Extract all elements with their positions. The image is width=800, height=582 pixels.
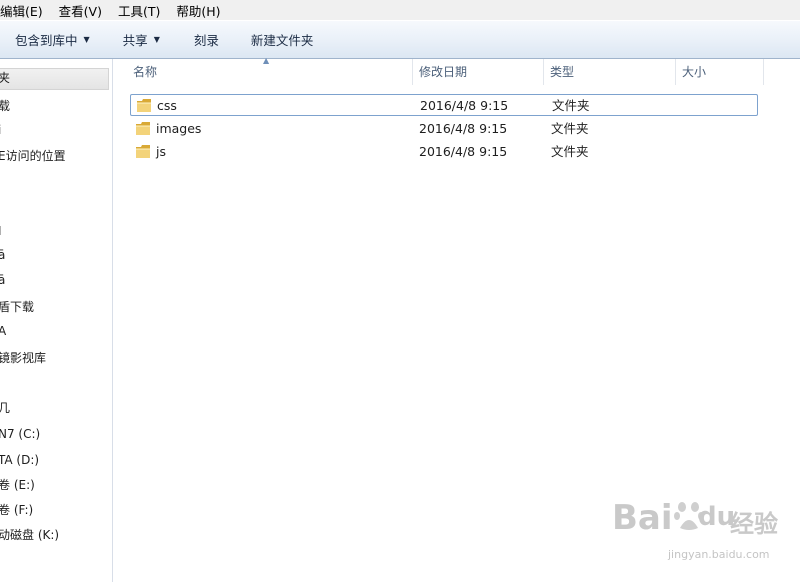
menu-edit[interactable]: 编辑(E) [0, 1, 51, 20]
file-name: js [156, 144, 166, 159]
navigation-pane[interactable]: 夹 载 i E访问的位置 I ā ā 盾下载 A 镜影视库 几 N7 (C:) … [0, 59, 113, 582]
list-item[interactable]: js 2016/4/8 9:15 文件夹 [130, 141, 758, 163]
nav-item-desktop[interactable]: i [0, 120, 1, 140]
include-in-library-button[interactable]: 包含到库中 ▼ [15, 30, 90, 49]
column-header-type[interactable]: 类型 [544, 59, 676, 85]
nav-item-videos[interactable]: ā [0, 245, 5, 265]
file-type: 文件夹 [551, 144, 589, 159]
file-modified: 2016/4/8 9:15 [419, 144, 508, 159]
command-toolbar: 包含到库中 ▼ 共享 ▼ 刻录 新建文件夹 [0, 21, 800, 59]
nav-item-drive-k[interactable]: 动磁盘 (K:) [0, 525, 59, 545]
file-type: 文件夹 [552, 98, 590, 113]
nav-item-favorites[interactable]: 夹 [0, 68, 109, 90]
chevron-down-icon: ▼ [83, 35, 90, 44]
watermark-url: jingyan.baidu.com [668, 548, 770, 561]
folder-icon [137, 99, 151, 112]
nav-item-computer[interactable]: 几 [0, 398, 10, 418]
list-item[interactable]: images 2016/4/8 9:15 文件夹 [130, 118, 758, 140]
nav-item-drive-f[interactable]: 卷 (F:) [0, 500, 33, 520]
file-name: css [157, 98, 177, 113]
nav-item-music[interactable]: A [0, 321, 6, 341]
nav-item-drive-c[interactable]: N7 (C:) [0, 424, 40, 444]
new-folder-button[interactable]: 新建文件夹 [251, 30, 314, 49]
share-label: 共享 [122, 33, 148, 48]
column-header-size[interactable]: 大小 [676, 59, 764, 85]
list-item[interactable]: css 2016/4/8 9:15 文件夹 [130, 94, 758, 116]
column-header-modified[interactable]: 修改日期 [413, 59, 544, 85]
burn-label: 刻录 [193, 33, 219, 48]
new-folder-label: 新建文件夹 [250, 33, 314, 48]
watermark-product: 经验 [730, 510, 778, 538]
file-type: 文件夹 [551, 121, 589, 136]
include-in-library-label: 包含到库中 [15, 33, 78, 48]
watermark-logo: Bai du 经验 jingyan.baidu.com [612, 492, 792, 572]
nav-item-libraries[interactable]: I [0, 221, 2, 241]
file-name: images [156, 121, 202, 136]
column-header-name[interactable]: 名称 [127, 59, 413, 85]
menu-bar: 编辑(E) 查看(V) 工具(T) 帮助(H) [0, 0, 800, 20]
nav-item-xunlei-download[interactable]: 盾下载 [0, 297, 34, 317]
file-modified: 2016/4/8 9:15 [419, 121, 508, 136]
nav-item-recent-places[interactable]: E访问的位置 [0, 146, 66, 166]
burn-button[interactable]: 刻录 [194, 30, 219, 49]
chevron-down-icon: ▼ [153, 35, 160, 44]
nav-item-downloads[interactable]: 载 [0, 96, 10, 116]
nav-item-video-library[interactable]: 镜影视库 [0, 348, 46, 368]
folder-icon [136, 145, 150, 158]
file-modified: 2016/4/8 9:15 [420, 98, 509, 113]
watermark-brand: Bai [612, 498, 673, 538]
menu-help[interactable]: 帮助(H) [168, 1, 228, 20]
share-button[interactable]: 共享 ▼ [123, 30, 160, 49]
folder-icon [136, 122, 150, 135]
nav-item-pictures[interactable]: ā [0, 270, 5, 290]
nav-item-drive-e[interactable]: 卷 (E:) [0, 475, 35, 495]
menu-view[interactable]: 查看(V) [51, 1, 110, 20]
menu-tools[interactable]: 工具(T) [110, 1, 168, 20]
nav-item-drive-d[interactable]: TA (D:) [0, 450, 39, 470]
